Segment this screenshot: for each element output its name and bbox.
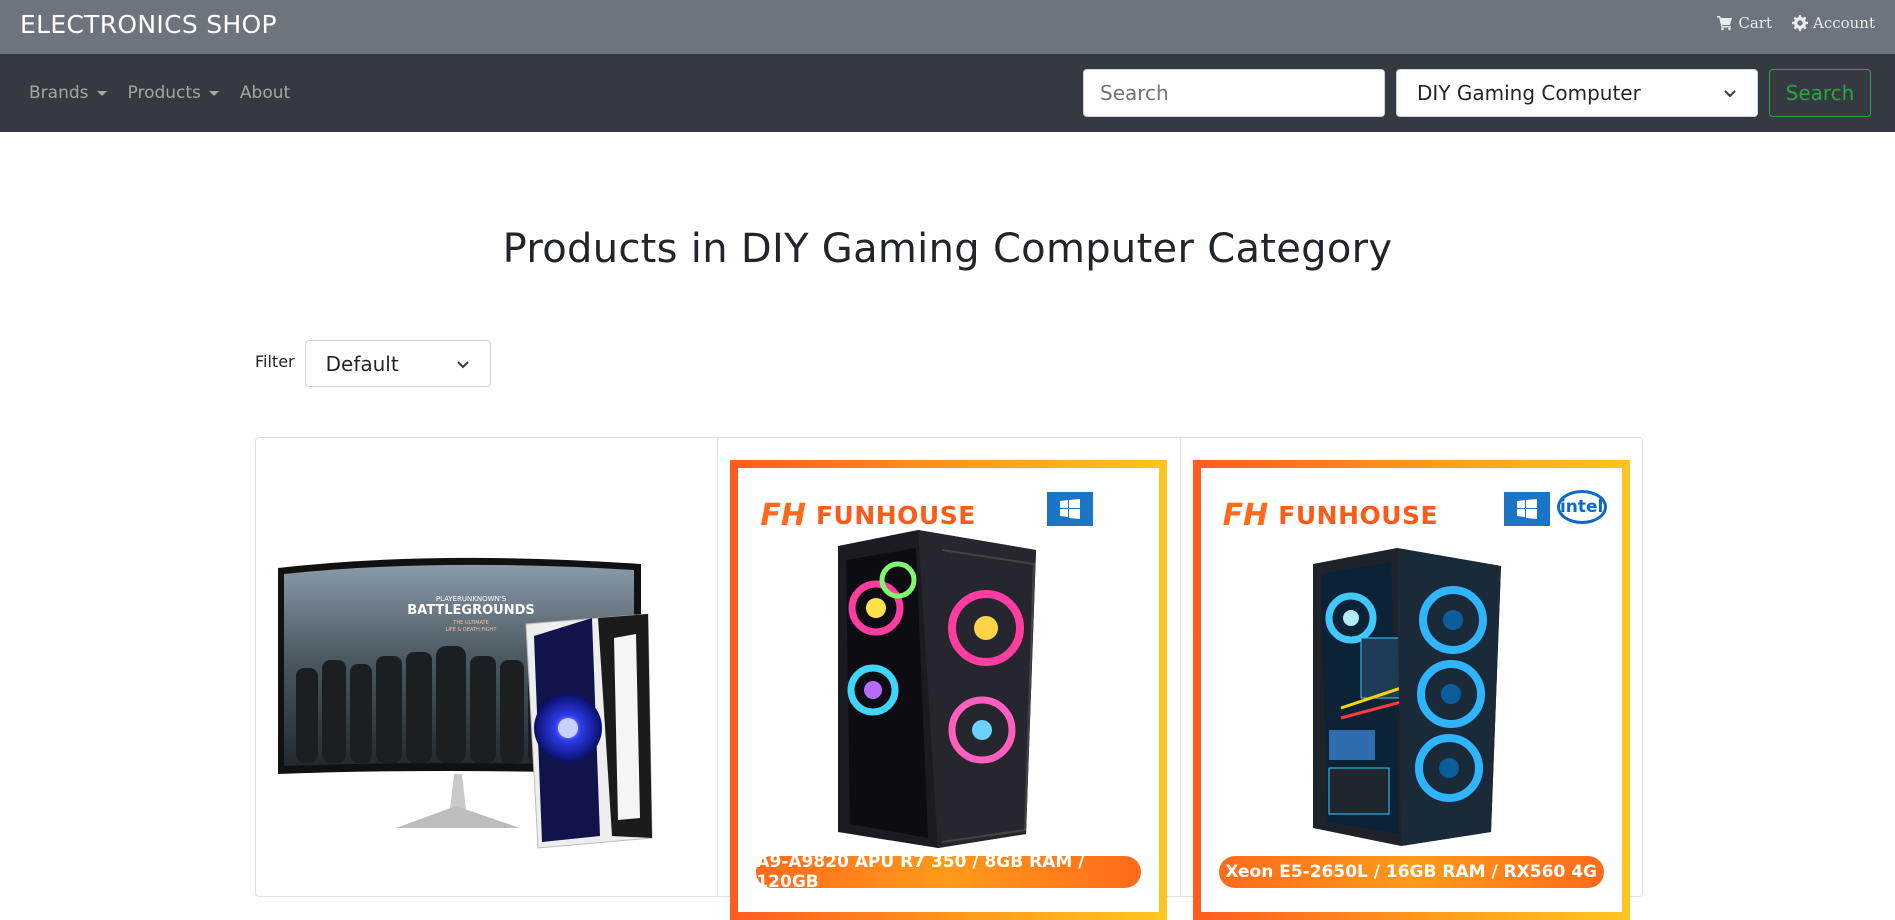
product-image[interactable]: FH FUNHOUSE A9-A9820 APU R7 350 / 8GB RA… [730, 460, 1168, 920]
caret-down-icon [208, 90, 219, 96]
products-label: Products [127, 83, 201, 103]
spec-label: A9-A9820 APU R7 350 / 8GB RAM / 120GB [756, 852, 1142, 892]
about-label: About [239, 83, 291, 103]
gear-icon [1791, 15, 1808, 31]
monitor-text-3: THE ULTIMATE [452, 620, 488, 626]
product-card[interactable]: FH FUNHOUSE intel Xeon E5-2650L / 16GB R… [1181, 438, 1642, 920]
product-image[interactable]: PLAYERUNKNOWN'S BATTLEGROUNDS THE ULTIMA… [256, 438, 716, 898]
search-button[interactable]: Search [1769, 69, 1871, 117]
brands-dropdown[interactable]: Brands [29, 83, 107, 103]
chevron-down-icon [456, 360, 469, 368]
filter-row: Filter Default [255, 340, 491, 387]
chevron-down-icon [1724, 90, 1736, 98]
product-grid: PLAYERUNKNOWN'S BATTLEGROUNDS THE ULTIMA… [255, 437, 1643, 920]
site-brand[interactable]: ELECTRONICS SHOP [20, 10, 277, 39]
product-image[interactable]: FH FUNHOUSE intel Xeon E5-2650L / 16GB R… [1192, 460, 1630, 920]
cart-label: Cart [1738, 14, 1772, 32]
about-link[interactable]: About [240, 83, 290, 103]
product-image-inner: FH FUNHOUSE intel Xeon E5-2650L / 16GB R… [1200, 468, 1622, 912]
cart-link[interactable]: Cart [1717, 14, 1772, 32]
pc-case-illustration [838, 530, 1037, 848]
products-dropdown[interactable]: Products [128, 83, 219, 103]
cart-icon [1717, 16, 1733, 31]
product-card[interactable]: FH FUNHOUSE A9-A9820 APU R7 350 / 8GB RA… [718, 438, 1181, 920]
category-select[interactable]: DIY Gaming Computer [1396, 69, 1758, 117]
category-selected-value: DIY Gaming Computer [1417, 81, 1641, 105]
spec-label: Xeon E5-2650L / 16GB RAM / RX560 4G [1218, 856, 1604, 888]
top-bar: ELECTRONICS SHOP Cart Account [0, 0, 1895, 54]
top-links: Cart Account [1717, 14, 1875, 32]
nav-menu: Brands Products About [29, 83, 290, 103]
monitor-text-4: LIFE & DEATH FIGHT [446, 627, 498, 633]
filter-select[interactable]: Default [304, 340, 491, 387]
brands-label: Brands [29, 83, 89, 103]
main-navbar: Brands Products About DIY Gaming Compute… [0, 54, 1895, 132]
search-form: DIY Gaming Computer Search [1083, 69, 1871, 117]
filter-selected-value: Default [325, 351, 399, 376]
page-title: Products in DIY Gaming Computer Category [502, 226, 1393, 272]
pc-case-illustration [1312, 548, 1501, 846]
caret-down-icon [96, 90, 107, 96]
product-image-inner: FH FUNHOUSE A9-A9820 APU R7 350 / 8GB RA… [738, 468, 1160, 912]
account-link[interactable]: Account [1791, 14, 1875, 32]
monitor-text-1: PLAYERUNKNOWN'S [436, 595, 507, 603]
filter-label: Filter [255, 352, 295, 371]
account-label: Account [1812, 14, 1875, 32]
monitor-text-2: BATTLEGROUNDS [407, 603, 534, 618]
search-input[interactable] [1083, 69, 1385, 117]
product-card[interactable]: PLAYERUNKNOWN'S BATTLEGROUNDS THE ULTIMA… [256, 438, 719, 898]
